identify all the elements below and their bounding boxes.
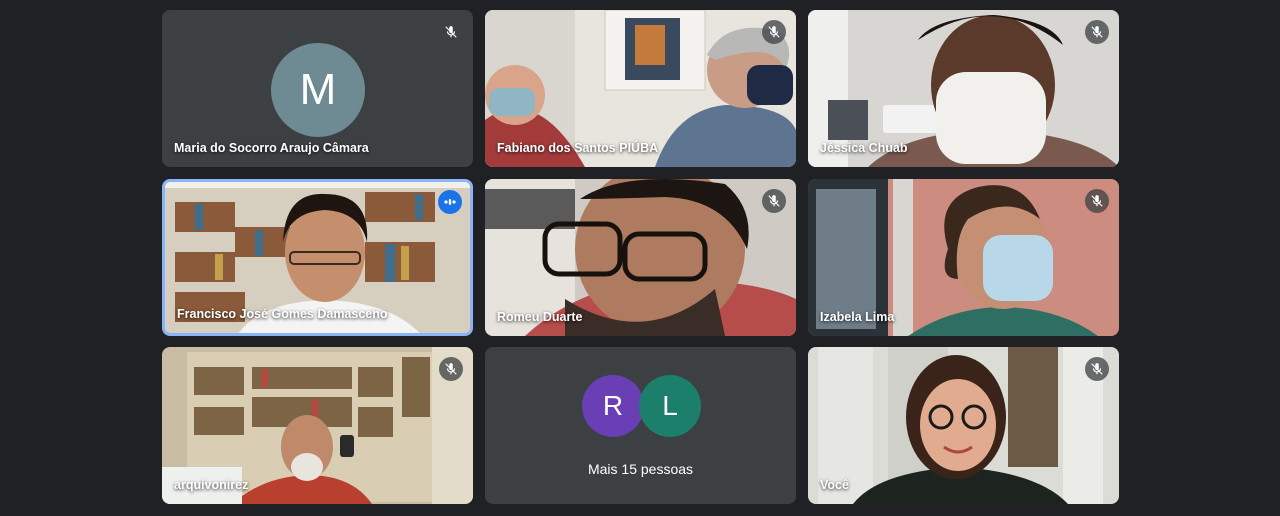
- participant-name: arquivonirez: [174, 478, 249, 492]
- mic-off-icon: [1085, 20, 1109, 44]
- avatar-r: R: [582, 375, 644, 437]
- participant-name: Romeu Duarte: [497, 310, 583, 324]
- mic-off-icon: [762, 20, 786, 44]
- participant-tile-izabela[interactable]: Izabela Lima: [808, 179, 1119, 336]
- mic-off-icon: [439, 20, 463, 44]
- mic-off-icon: [1085, 357, 1109, 381]
- audio-level-icon: [438, 190, 462, 214]
- participant-name: Francisco José Gomes Damasceno: [177, 307, 388, 321]
- participant-tile-self[interactable]: Você: [808, 347, 1119, 504]
- participant-tile-francisco[interactable]: Francisco José Gomes Damasceno: [162, 179, 473, 336]
- participant-name: Fabiano dos Santos PIÚBA: [497, 141, 659, 155]
- mic-off-icon: [439, 357, 463, 381]
- mic-off-icon: [762, 189, 786, 213]
- avatar-l: L: [639, 375, 701, 437]
- participant-tile-fabiano[interactable]: Fabiano dos Santos PIÚBA: [485, 10, 796, 167]
- avatar-maria: M: [271, 43, 365, 137]
- video-feed: [808, 347, 1119, 504]
- participant-tile-arquivonirez[interactable]: arquivonirez: [162, 347, 473, 504]
- participant-name: Você: [820, 478, 849, 492]
- mic-off-icon: [1085, 189, 1109, 213]
- more-people-label: Mais 15 pessoas: [587, 461, 694, 477]
- participant-name: Maria do Socorro Araujo Câmara: [174, 141, 369, 155]
- participant-tile-jessica[interactable]: Jéssica Chuab: [808, 10, 1119, 167]
- participant-name: Jéssica Chuab: [820, 141, 908, 155]
- participant-name: Izabela Lima: [820, 310, 895, 324]
- participant-tile-maria[interactable]: M Maria do Socorro Araujo Câmara: [162, 10, 473, 167]
- more-participants-tile[interactable]: R L Mais 15 pessoas: [485, 347, 796, 504]
- participant-tile-romeu[interactable]: Romeu Duarte: [485, 179, 796, 336]
